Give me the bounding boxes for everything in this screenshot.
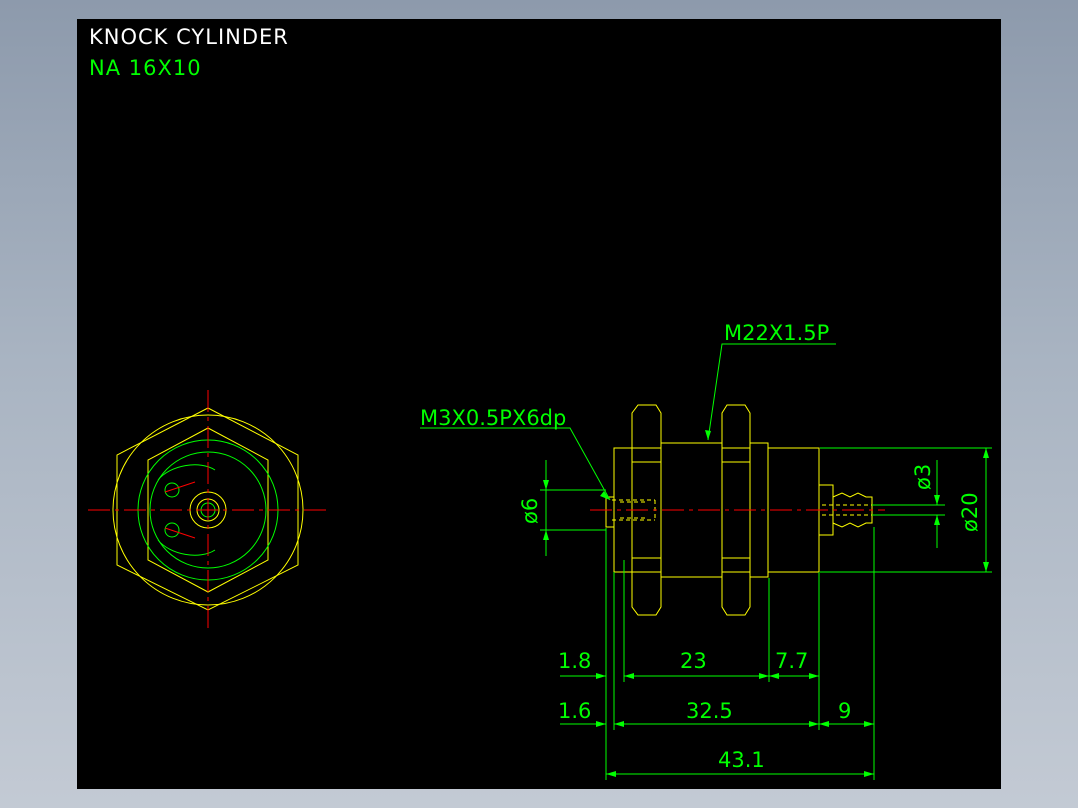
left-nut-bottom bbox=[631, 571, 662, 616]
drawing-subtitle: NA 16X10 bbox=[89, 56, 202, 80]
callout-main-thread: M22X1.5P bbox=[724, 321, 829, 345]
dim-1-6: 1.6 bbox=[558, 699, 591, 723]
right-nut-top bbox=[721, 404, 751, 449]
leader-rod-thread bbox=[420, 427, 611, 501]
left-nut-top bbox=[631, 404, 662, 449]
dim-1-8: 1.8 bbox=[558, 649, 591, 673]
side-view bbox=[590, 404, 885, 616]
dim-phi3: ø3 bbox=[911, 464, 935, 490]
dim-9: 9 bbox=[838, 699, 851, 723]
right-nut-bottom bbox=[721, 571, 751, 616]
rod-end bbox=[605, 496, 615, 528]
cad-viewport[interactable]: KNOCK CYLINDER NA 16X10 M3X0.5PX6dp M22X… bbox=[77, 19, 1001, 789]
end-view bbox=[88, 390, 328, 630]
dim-32-5: 32.5 bbox=[686, 699, 733, 723]
drawing-canvas[interactable]: KNOCK CYLINDER NA 16X10 M3X0.5PX6dp M22X… bbox=[77, 19, 1001, 789]
dim-23: 23 bbox=[680, 649, 707, 673]
port-slot-upper bbox=[157, 464, 216, 481]
end-view-centerlines bbox=[88, 390, 328, 630]
callout-rod-thread: M3X0.5PX6dp bbox=[420, 406, 566, 430]
dim-phi6: ø6 bbox=[518, 498, 542, 524]
leader-main-thread bbox=[707, 343, 836, 441]
port-slot-lower bbox=[157, 539, 216, 556]
drawing-title: KNOCK CYLINDER bbox=[89, 25, 289, 49]
dimension-labels: M3X0.5PX6dp M22X1.5P 1.8 23 7.7 1.6 32.5… bbox=[420, 321, 982, 772]
dim-43-1: 43.1 bbox=[718, 748, 765, 772]
dim-phi20: ø20 bbox=[958, 492, 982, 532]
dim-7-7: 7.7 bbox=[775, 649, 808, 673]
